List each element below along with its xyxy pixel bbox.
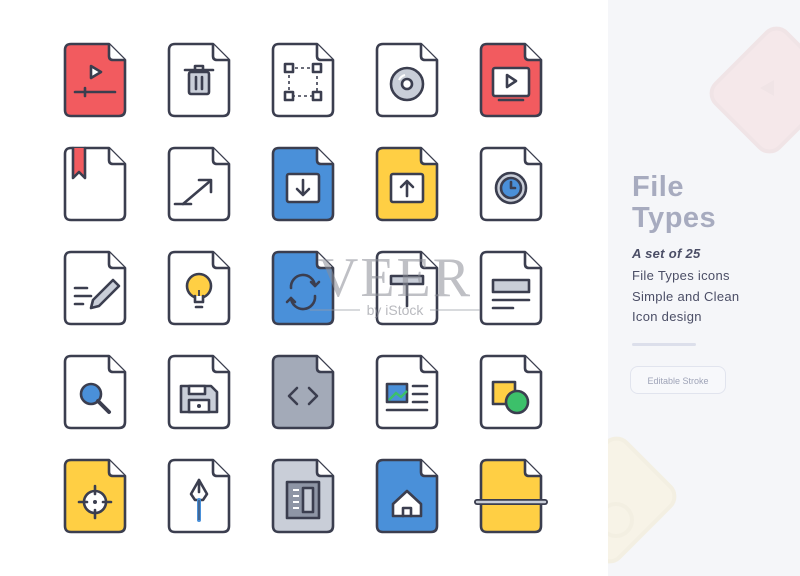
divider <box>632 343 696 346</box>
description-line-1: File Types icons <box>632 268 730 283</box>
subtitle: A set of 25 <box>632 246 701 261</box>
download-file-icon <box>271 146 335 222</box>
shapes-file-icon <box>479 354 543 430</box>
code-file-icon <box>271 354 335 430</box>
description-line-3: Icon design <box>632 309 702 324</box>
idea-file-icon <box>167 250 231 326</box>
bookmark-file-icon <box>63 146 127 222</box>
cut-file-icon <box>474 458 548 534</box>
page-title: File Types <box>632 172 716 234</box>
home-file-icon <box>375 458 439 534</box>
video-file-icon <box>63 42 127 118</box>
description-line-2: Simple and Clean <box>632 288 740 304</box>
export-file-icon <box>167 146 231 222</box>
title-line-1: File <box>632 171 684 203</box>
save-file-icon <box>167 354 231 430</box>
media-player-file-icon <box>479 42 543 118</box>
pen-tool-file-icon <box>167 458 231 534</box>
sync-file-icon <box>271 250 335 326</box>
upload-file-icon <box>375 146 439 222</box>
clock-file-icon <box>479 146 543 222</box>
editable-stroke-badge: Editable Stroke <box>630 366 726 394</box>
target-file-icon <box>63 458 127 534</box>
edit-file-icon <box>63 250 127 326</box>
disc-file-icon <box>375 42 439 118</box>
vector-file-icon <box>271 42 335 118</box>
archive-file-icon <box>271 458 335 534</box>
image-document-file-icon <box>375 354 439 430</box>
description: File Types icons Simple and Clean Icon d… <box>632 266 739 328</box>
info-panel: File Types A set of 25 File Types icons … <box>608 0 800 576</box>
title-line-2: Types <box>632 202 717 234</box>
text-file-icon <box>375 250 439 326</box>
delete-file-icon <box>167 42 231 118</box>
search-file-icon <box>63 354 127 430</box>
document-file-icon <box>479 250 543 326</box>
icon-grid <box>0 0 608 576</box>
